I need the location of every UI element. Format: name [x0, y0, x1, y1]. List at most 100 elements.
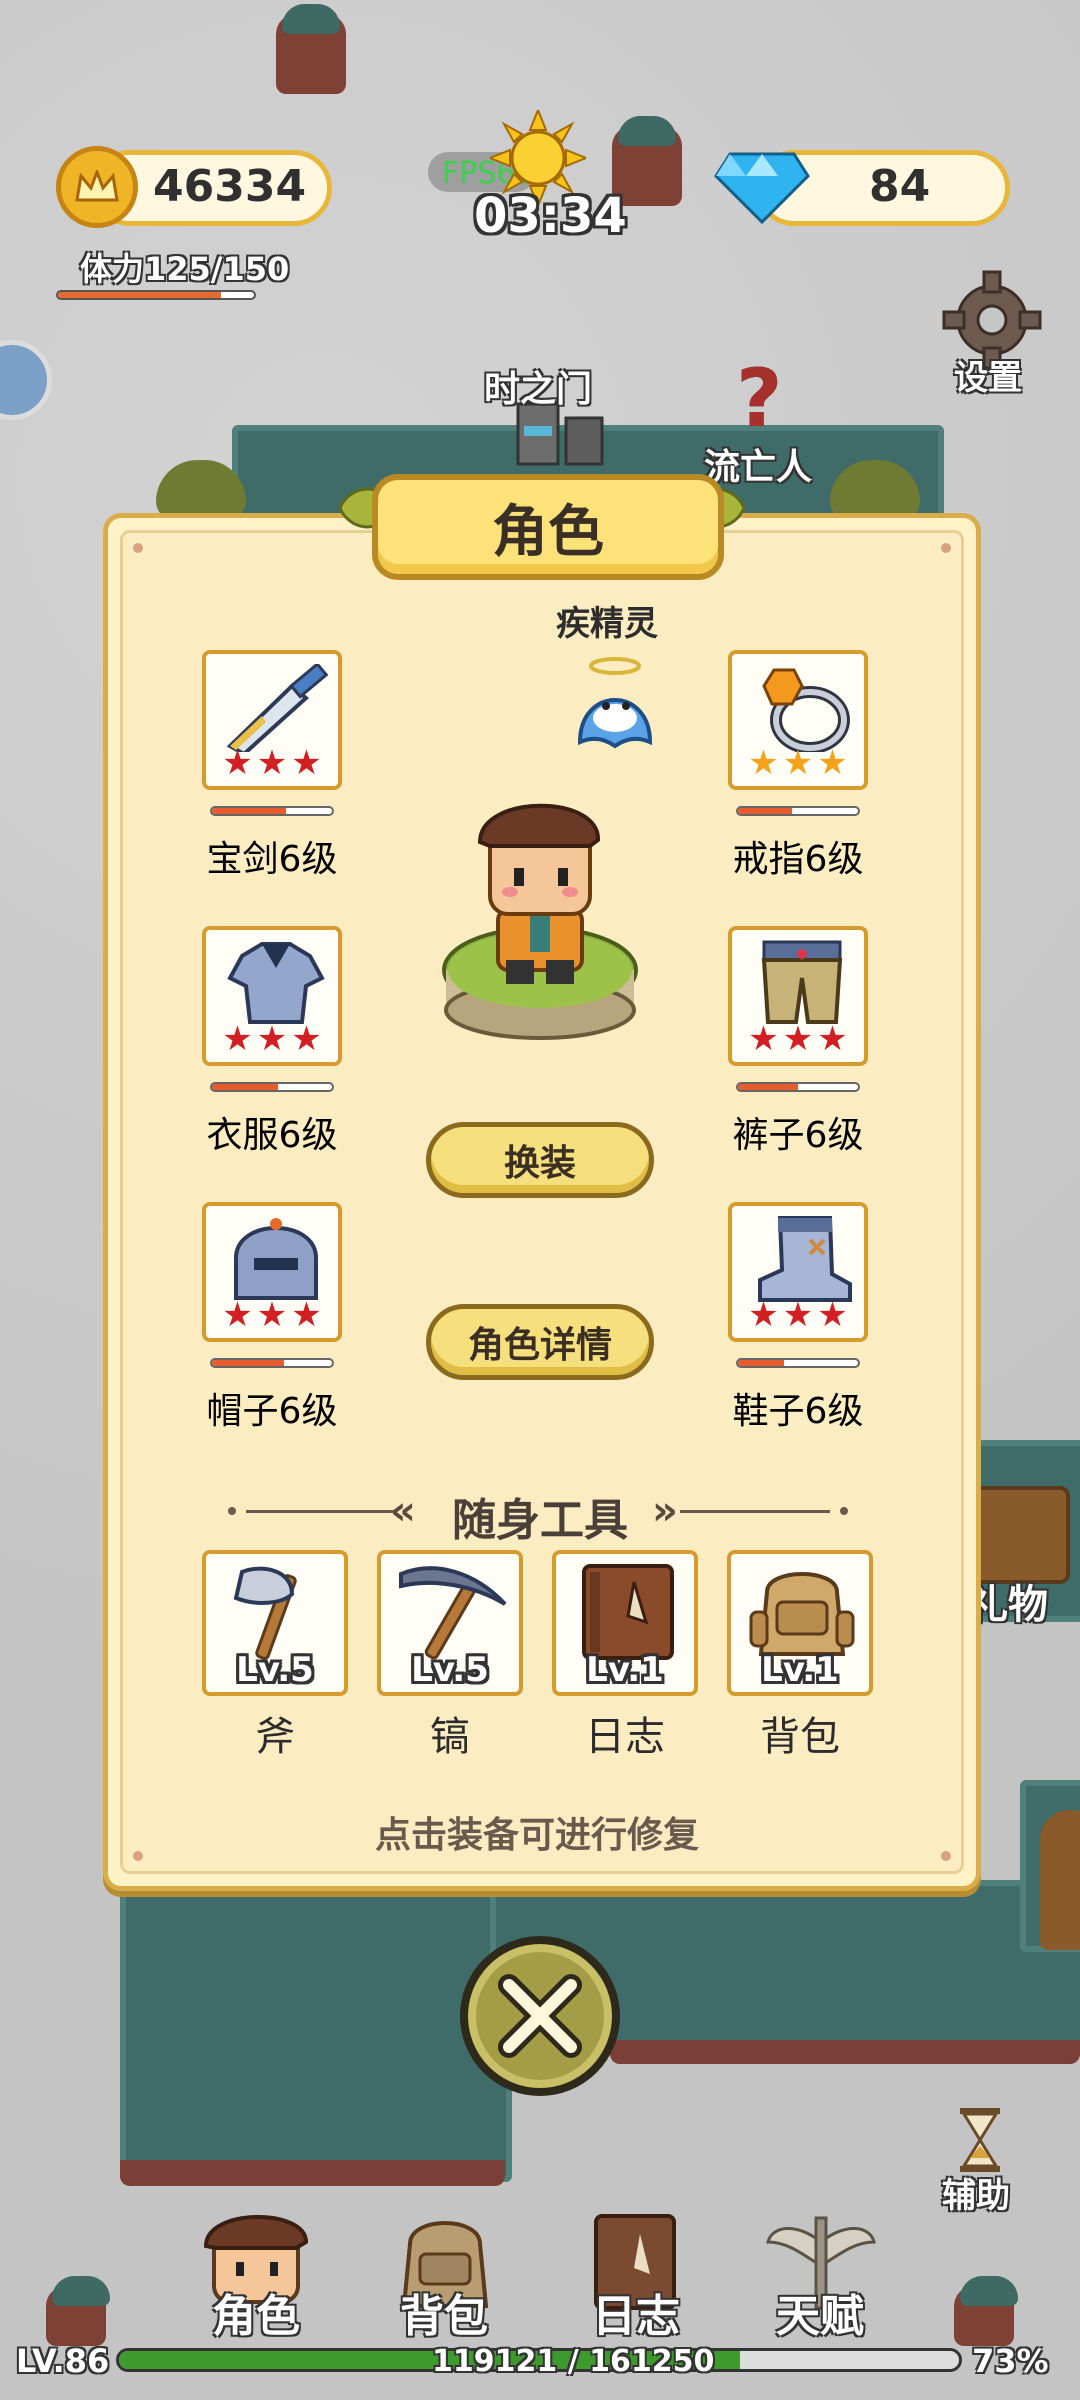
sword-icon: [226, 664, 329, 752]
nav-character-label[interactable]: 角色: [212, 2280, 300, 2344]
equip-slot-ring[interactable]: ★ ★ ★ 戒指6级: [728, 650, 898, 882]
xp-progress-text: 119121 / 161250: [432, 2344, 715, 2379]
star-rating: ★ ★ ★: [732, 1298, 864, 1332]
nav-talent-label[interactable]: 天赋: [776, 2280, 864, 2344]
star-icon: ★: [222, 1295, 253, 1335]
repair-hint: 点击装备可进行修复: [374, 1815, 699, 1856]
player-level: LV.86: [16, 2342, 110, 2380]
star-icon: ★: [817, 1019, 848, 1059]
star-rating: ★ ★ ★: [732, 1022, 864, 1056]
equip-slot-boots[interactable]: ★ ★ ★ 鞋子6级: [728, 1202, 898, 1434]
settings-label[interactable]: 设置: [954, 350, 1022, 399]
pants-icon: [761, 940, 843, 1024]
dialog-title: 角色: [492, 499, 604, 565]
cliff-edge-left: [120, 2160, 505, 2186]
stamina-label: 体力125/150: [80, 250, 290, 288]
durability-fill: [212, 808, 287, 814]
coin-amount: 46334: [153, 161, 307, 212]
question-mark-icon[interactable]: ?: [736, 352, 782, 445]
ring-icon: [762, 668, 850, 752]
durability-bar: [210, 806, 334, 816]
star-icon: ★: [222, 1019, 253, 1059]
pet-name: 疾精灵: [556, 604, 658, 644]
equip-slot-pants[interactable]: ★ ★ ★ 裤子6级: [728, 926, 898, 1158]
tool-pickaxe[interactable]: Lv.5 镐: [377, 1550, 523, 1762]
star-icon: ★: [748, 743, 779, 783]
close-icon: [498, 1974, 582, 2058]
star-rating: ★ ★ ★: [732, 746, 864, 780]
tree-stump: [276, 4, 346, 94]
star-rating: ★ ★ ★: [206, 1298, 338, 1332]
durability-fill: [212, 1360, 284, 1366]
star-rating: ★ ★ ★: [206, 1022, 338, 1056]
equip-label: 裤子6级: [732, 1115, 864, 1156]
star-icon: ★: [256, 1295, 288, 1335]
helmet-icon: [234, 1218, 318, 1300]
chevron-left-icon: «: [390, 1488, 416, 1534]
durability-fill: [738, 1084, 798, 1090]
hourglass-icon[interactable]: [958, 2108, 1002, 2176]
corner-rivet: [941, 543, 951, 553]
axe-icon: [233, 1566, 297, 1660]
tool-name: 背包: [760, 1714, 840, 1760]
tool-level: Lv.1: [586, 1650, 664, 1690]
equip-label: 帽子6级: [206, 1391, 338, 1432]
dialog-title-banner: 角色: [372, 474, 724, 580]
equip-slot-sword[interactable]: ★ ★ ★ 宝剑6级: [202, 650, 372, 882]
equip-label: 鞋子6级: [732, 1391, 864, 1432]
star-icon: ★: [748, 1019, 779, 1059]
tool-name: 镐: [430, 1714, 470, 1760]
stamina-fill: [58, 292, 221, 298]
change-outfit-button[interactable]: 换装: [426, 1122, 654, 1198]
diamond-icon: [714, 146, 810, 226]
character-details-button[interactable]: 角色详情: [426, 1304, 654, 1380]
star-icon: ★: [291, 1295, 322, 1335]
durability-fill: [212, 1084, 278, 1090]
cliff-edge-right: [610, 2040, 1080, 2064]
corner-rivet: [133, 543, 143, 553]
equip-label: 衣服6级: [206, 1115, 338, 1156]
star-icon: ★: [256, 1019, 288, 1059]
xp-percent: 73%: [972, 2342, 1049, 2380]
stamina-bar: [56, 290, 256, 300]
backpack-icon: [749, 1572, 855, 1656]
ghost-pet-icon[interactable]: [570, 656, 660, 752]
tool-axe[interactable]: Lv.5 斧: [202, 1550, 348, 1762]
journal-book-icon: [582, 1564, 674, 1660]
day-timer: 03:34: [474, 188, 627, 244]
durability-bar: [736, 1082, 860, 1092]
gate-label: 时之门: [484, 369, 593, 410]
tool-level: Lv.1: [761, 1650, 839, 1690]
character-details-label: 角色详情: [467, 1325, 612, 1366]
star-icon: ★: [291, 1019, 322, 1059]
nav-backpack-label[interactable]: 背包: [400, 2280, 488, 2344]
nav-journal-label[interactable]: 日志: [592, 2280, 680, 2344]
equip-label: 宝剑6级: [206, 839, 338, 880]
gift-icon[interactable]: [972, 1486, 1070, 1584]
armor-icon: [227, 942, 325, 1024]
tree: [1040, 1810, 1080, 1950]
star-rating: ★ ★ ★: [206, 746, 338, 780]
close-button[interactable]: [460, 1936, 620, 2096]
tools-heading: 随身工具: [452, 1495, 628, 1546]
durability-bar: [210, 1082, 334, 1092]
durability-bar: [736, 806, 860, 816]
durability-bar: [736, 1358, 860, 1368]
tool-level: Lv.5: [411, 1650, 489, 1690]
star-icon: ★: [256, 743, 288, 783]
tool-name: 日志: [585, 1714, 665, 1760]
equip-slot-armor[interactable]: ★ ★ ★ 衣服6级: [202, 926, 372, 1158]
tool-journal[interactable]: Lv.1 日志: [552, 1550, 698, 1762]
crown-coin-icon: [56, 146, 138, 228]
tool-level: Lv.5: [236, 1650, 314, 1690]
chevron-right-icon: »: [652, 1488, 678, 1534]
gem-amount: 84: [869, 161, 931, 212]
tool-backpack[interactable]: Lv.1 背包: [727, 1550, 873, 1762]
assist-label: 辅助: [942, 2176, 1010, 2216]
star-icon: ★: [782, 1295, 814, 1335]
star-icon: ★: [782, 743, 814, 783]
pond-left: [120, 1880, 512, 2182]
durability-fill: [738, 1360, 784, 1366]
equip-slot-helmet[interactable]: ★ ★ ★ 帽子6级: [202, 1202, 372, 1434]
star-icon: ★: [748, 1295, 779, 1335]
